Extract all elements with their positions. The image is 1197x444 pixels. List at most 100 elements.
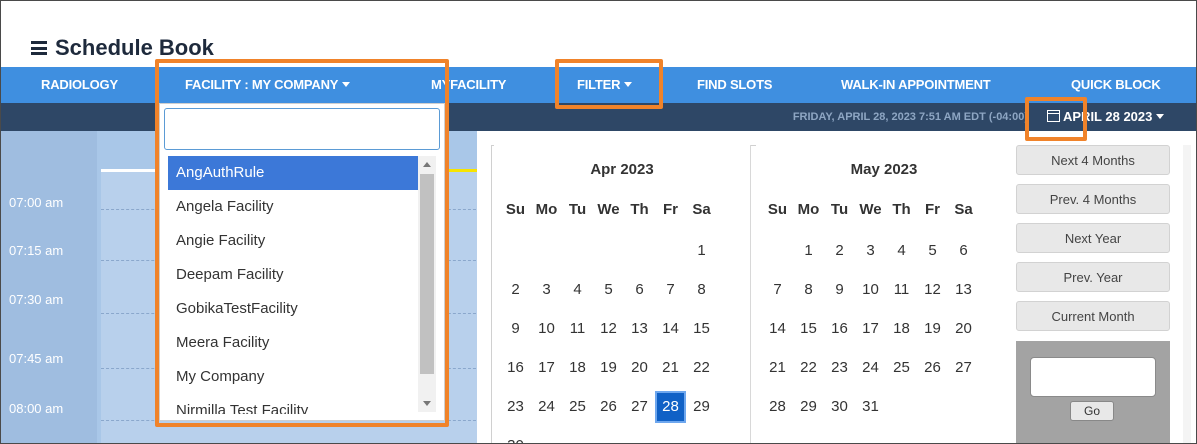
prev-year-button[interactable]: Prev. Year: [1016, 262, 1170, 292]
calendar-day[interactable]: 7: [762, 281, 793, 298]
nav-walk-in-appointment[interactable]: WALK-IN APPOINTMENT: [841, 67, 991, 103]
nav-radiology[interactable]: RADIOLOGY: [41, 67, 118, 103]
nav-filter[interactable]: FILTER: [577, 67, 633, 103]
calendar-day[interactable]: 2: [500, 281, 531, 298]
weekday-header: We: [597, 201, 620, 218]
calendar-day[interactable]: 10: [531, 320, 562, 337]
calendar-day[interactable]: 23: [824, 359, 855, 376]
weekday-header: Mo: [797, 201, 820, 218]
calendar-day[interactable]: 5: [593, 281, 624, 298]
next-4-months-button[interactable]: Next 4 Months: [1016, 145, 1170, 175]
calendar-day[interactable]: 11: [562, 320, 593, 337]
calendar-day[interactable]: 24: [855, 359, 886, 376]
calendar-day[interactable]: 8: [686, 281, 717, 298]
calendar-day[interactable]: 29: [686, 398, 717, 415]
calendar-day[interactable]: 4: [562, 281, 593, 298]
calendar-day[interactable]: 22: [793, 359, 824, 376]
calendar-day[interactable]: 1: [686, 242, 717, 259]
calendar-day[interactable]: 27: [948, 359, 979, 376]
page-title: Schedule Book: [31, 35, 214, 61]
calendar-day[interactable]: 15: [793, 320, 824, 337]
calendar-day[interactable]: 11: [886, 281, 917, 298]
calendar-day[interactable]: 16: [824, 320, 855, 337]
facility-option[interactable]: Angela Facility: [168, 190, 418, 224]
menu-icon[interactable]: [31, 41, 47, 55]
calendar-day[interactable]: 21: [762, 359, 793, 376]
calendar-day[interactable]: 19: [593, 359, 624, 376]
calendar-day-today[interactable]: 28: [655, 391, 686, 423]
calendar-day[interactable]: 25: [886, 359, 917, 376]
calendar-day[interactable]: 26: [917, 359, 948, 376]
facility-option[interactable]: Nirmilla Test Facility: [168, 394, 418, 414]
calendar-day[interactable]: 30: [824, 398, 855, 415]
nav-myfacility[interactable]: MYFACILITY: [431, 67, 506, 103]
calendar-day[interactable]: 10: [855, 281, 886, 298]
calendar-day[interactable]: 27: [624, 398, 655, 415]
calendar-day[interactable]: 3: [855, 242, 886, 259]
calendar-day[interactable]: 17: [531, 359, 562, 376]
time-label: 07:30 am: [9, 292, 64, 307]
scrollbar-thumb[interactable]: [420, 174, 434, 374]
calendar-day[interactable]: 18: [562, 359, 593, 376]
calendar-day[interactable]: 9: [500, 320, 531, 337]
facility-option[interactable]: GobikaTestFacility: [168, 292, 418, 326]
calendar-day[interactable]: 12: [593, 320, 624, 337]
nav-facility-dropdown[interactable]: FACILITY : MY COMPANY: [185, 67, 351, 103]
calendar-day[interactable]: 1: [793, 242, 824, 259]
calendar-day[interactable]: 13: [624, 320, 655, 337]
calendar-day[interactable]: 18: [886, 320, 917, 337]
calendar-day[interactable]: 14: [762, 320, 793, 337]
calendar-day[interactable]: 25: [562, 398, 593, 415]
date-picker-toggle[interactable]: APRIL 28 2023: [1047, 103, 1165, 131]
calendar-day[interactable]: 13: [948, 281, 979, 298]
calendar-day[interactable]: 9: [824, 281, 855, 298]
calendar-day[interactable]: 5: [917, 242, 948, 259]
go-button[interactable]: Go: [1070, 401, 1114, 421]
calendar-day[interactable]: 4: [886, 242, 917, 259]
time-label: 07:45 am: [9, 351, 64, 366]
dropdown-scrollbar[interactable]: [418, 156, 436, 412]
calendar-day[interactable]: 28: [762, 398, 793, 415]
calendar-day[interactable]: 19: [917, 320, 948, 337]
calendar-day[interactable]: 6: [948, 242, 979, 259]
calendar-day[interactable]: 12: [917, 281, 948, 298]
weekday-header: Fr: [663, 201, 678, 218]
nav-find-slots[interactable]: FIND SLOTS: [697, 67, 772, 103]
nav-quick-block[interactable]: QUICK BLOCK: [1071, 67, 1161, 103]
calendar-day[interactable]: 16: [500, 359, 531, 376]
scroll-up-icon[interactable]: [423, 162, 431, 167]
calendar-day[interactable]: 14: [655, 320, 686, 337]
popup-scrollbar[interactable]: [1183, 145, 1191, 443]
next-year-button[interactable]: Next Year: [1016, 223, 1170, 253]
calendar-day[interactable]: 7: [655, 281, 686, 298]
facility-option[interactable]: My Company: [168, 360, 418, 394]
calendar-day[interactable]: 8: [793, 281, 824, 298]
go-to-date-input[interactable]: [1030, 357, 1156, 397]
calendar-day[interactable]: 20: [624, 359, 655, 376]
calendar-day[interactable]: 29: [793, 398, 824, 415]
weekday-header: Sa: [954, 201, 973, 218]
facility-option[interactable]: AngAuthRule: [168, 156, 418, 190]
facility-search-input[interactable]: [164, 108, 440, 150]
calendar-day[interactable]: 6: [624, 281, 655, 298]
current-month-button[interactable]: Current Month: [1016, 301, 1170, 331]
calendar-day[interactable]: 22: [686, 359, 717, 376]
calendar-day[interactable]: 24: [531, 398, 562, 415]
calendar-day[interactable]: 30: [500, 437, 531, 443]
calendar-day[interactable]: 20: [948, 320, 979, 337]
calendar-day[interactable]: 26: [593, 398, 624, 415]
chevron-down-icon: [624, 82, 633, 87]
calendar-icon: [1047, 110, 1060, 122]
facility-option[interactable]: Deepam Facility: [168, 258, 418, 292]
calendar-day[interactable]: 21: [655, 359, 686, 376]
prev-4-months-button[interactable]: Prev. 4 Months: [1016, 184, 1170, 214]
calendar-day[interactable]: 17: [855, 320, 886, 337]
calendar-day[interactable]: 31: [855, 398, 886, 415]
calendar-day[interactable]: 3: [531, 281, 562, 298]
facility-option[interactable]: Meera Facility: [168, 326, 418, 360]
scroll-down-icon[interactable]: [423, 401, 431, 406]
calendar-day[interactable]: 15: [686, 320, 717, 337]
calendar-day[interactable]: 2: [824, 242, 855, 259]
calendar-day[interactable]: 23: [500, 398, 531, 415]
facility-option[interactable]: Angie Facility: [168, 224, 418, 258]
